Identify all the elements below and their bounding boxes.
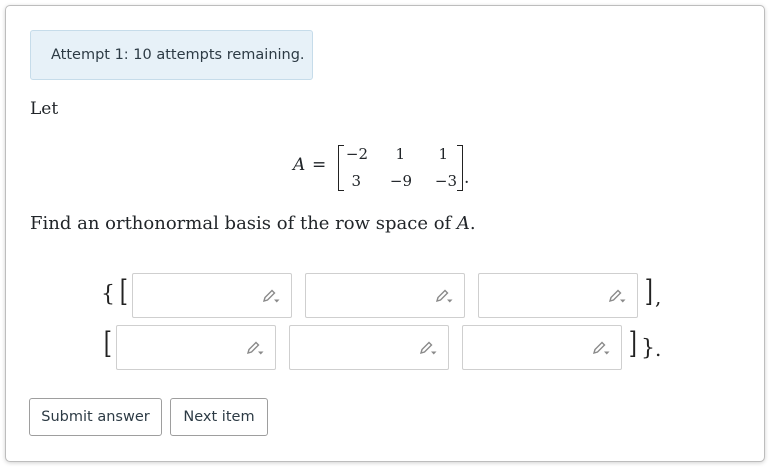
vector1-close-bracket: ] bbox=[644, 274, 653, 309]
submit-answer-button[interactable]: Submit answer bbox=[29, 398, 162, 436]
equals-sign: = bbox=[312, 155, 327, 175]
pencil-icon[interactable] bbox=[245, 340, 265, 356]
pencil-icon[interactable] bbox=[261, 288, 281, 304]
pencil-icon[interactable] bbox=[434, 288, 454, 304]
question-variable: A bbox=[456, 213, 470, 234]
matrix-cell: 1 bbox=[438, 145, 448, 163]
vector2-entry1-field[interactable] bbox=[116, 325, 276, 370]
vector1-entry1-field[interactable] bbox=[132, 273, 292, 318]
set-close-brace: } bbox=[641, 336, 655, 361]
pencil-icon[interactable] bbox=[418, 340, 438, 356]
vector-separator: , bbox=[655, 285, 662, 309]
matrix-cell: 3 bbox=[351, 172, 361, 190]
vector2-entry3-field[interactable] bbox=[462, 325, 622, 370]
set-open-brace: { bbox=[101, 282, 115, 307]
vector1-open-bracket: [ bbox=[119, 274, 128, 309]
matrix-period: . bbox=[464, 168, 470, 188]
vector2-close-bracket: ] bbox=[628, 326, 637, 361]
vector1-entry3-field[interactable] bbox=[478, 273, 638, 318]
attempts-alert: Attempt 1: 10 attempts remaining. bbox=[30, 30, 313, 80]
vector1-entry2-field[interactable] bbox=[305, 273, 465, 318]
pencil-icon[interactable] bbox=[591, 340, 611, 356]
next-item-button[interactable]: Next item bbox=[170, 398, 268, 436]
matrix-cell: 1 bbox=[395, 145, 405, 163]
pencil-icon[interactable] bbox=[607, 288, 627, 304]
matrix-cell: −2 bbox=[345, 145, 368, 163]
question-prefix: Find an orthonormal basis of the row spa… bbox=[30, 213, 457, 234]
matrix-cell: −3 bbox=[434, 172, 457, 190]
answer-end-period: . bbox=[655, 337, 662, 361]
vector2-open-bracket: [ bbox=[103, 326, 112, 361]
vector2-entry2-field[interactable] bbox=[289, 325, 449, 370]
matrix-right-bracket bbox=[457, 145, 463, 191]
attempts-text: Attempt 1: 10 attempts remaining. bbox=[51, 47, 305, 63]
question-suffix: . bbox=[469, 213, 476, 234]
matrix-cell: −9 bbox=[389, 172, 412, 190]
problem-intro: Let bbox=[30, 99, 59, 119]
question-text: Find an orthonormal basis of the row spa… bbox=[30, 213, 476, 234]
matrix-name: A bbox=[293, 155, 306, 175]
